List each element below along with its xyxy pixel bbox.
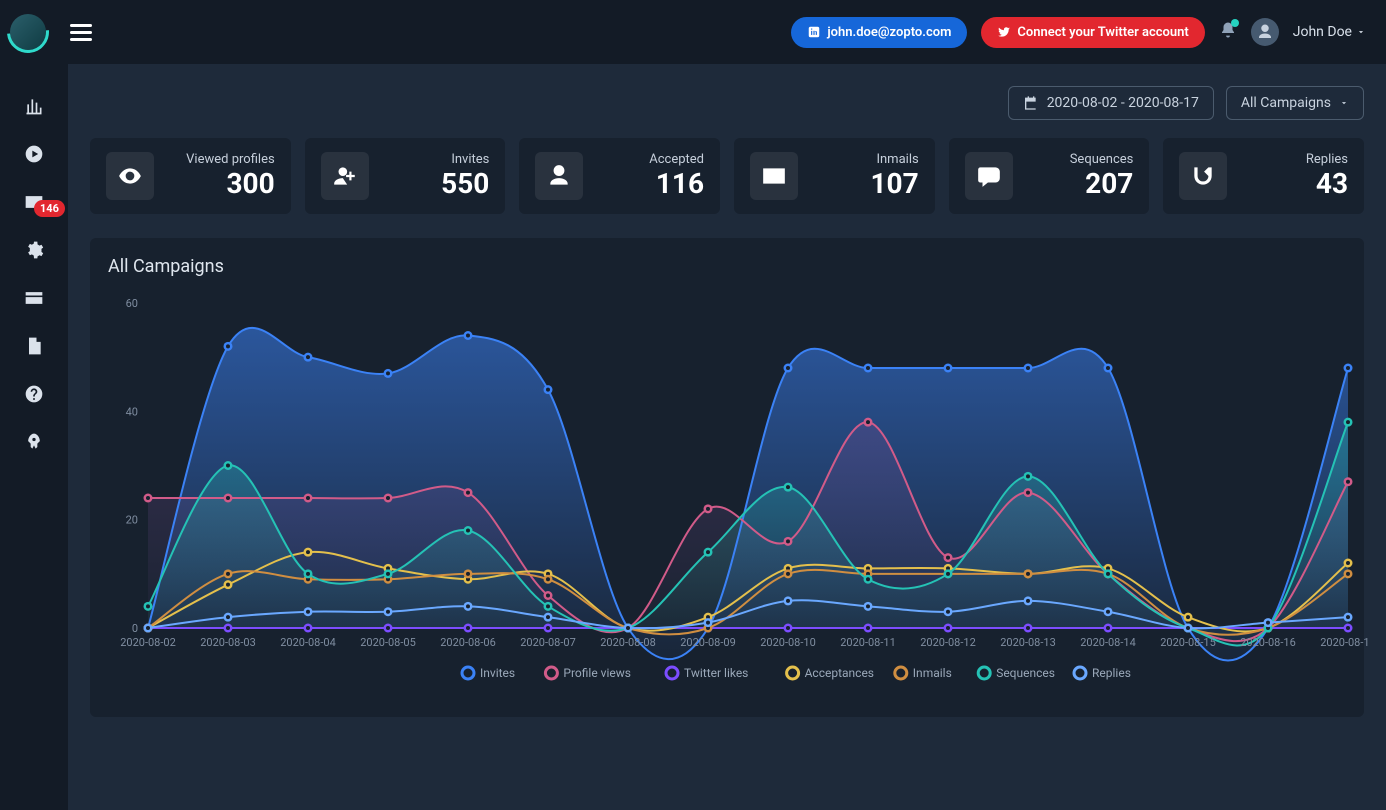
svg-text:Replies: Replies bbox=[1092, 666, 1131, 680]
svg-text:2020-08-12: 2020-08-12 bbox=[920, 636, 976, 649]
envelope-icon bbox=[750, 152, 798, 200]
sidebar-item-mail[interactable]: 146 bbox=[22, 190, 46, 214]
stat-label: Invites bbox=[379, 152, 490, 167]
notifications-button[interactable] bbox=[1219, 21, 1237, 43]
user-icon bbox=[535, 152, 583, 200]
svg-text:Profile views: Profile views bbox=[563, 666, 631, 680]
stat-card[interactable]: Invites 550 bbox=[305, 138, 506, 214]
linkedin-account-label: john.doe@zopto.com bbox=[827, 25, 951, 40]
connect-twitter-label: Connect your Twitter account bbox=[1017, 25, 1188, 40]
notification-dot bbox=[1231, 19, 1239, 27]
svg-text:Sequences: Sequences bbox=[996, 666, 1055, 680]
stat-card[interactable]: Viewed profiles 300 bbox=[90, 138, 291, 214]
rocket-icon bbox=[24, 432, 44, 452]
stat-value: 300 bbox=[226, 167, 274, 200]
help-icon bbox=[24, 384, 44, 404]
stat-card[interactable]: Accepted 116 bbox=[519, 138, 720, 214]
svg-text:Invites: Invites bbox=[480, 666, 515, 680]
campaign-filter-label: All Campaigns bbox=[1241, 95, 1331, 111]
menu-toggle-icon[interactable] bbox=[70, 20, 92, 45]
app-logo bbox=[10, 14, 46, 50]
sidebar-item-help[interactable] bbox=[22, 382, 46, 406]
svg-text:2020-08-17: 2020-08-17 bbox=[1320, 636, 1368, 649]
svg-text:40: 40 bbox=[126, 405, 138, 418]
linkedin-icon bbox=[807, 25, 821, 39]
mail-badge: 146 bbox=[34, 200, 65, 217]
svg-text:Twitter likes: Twitter likes bbox=[684, 666, 748, 680]
play-circle-icon bbox=[24, 144, 44, 164]
user-menu[interactable]: John Doe bbox=[1293, 24, 1366, 40]
svg-text:2020-08-14: 2020-08-14 bbox=[1080, 636, 1136, 649]
eye-icon bbox=[106, 152, 154, 200]
chevron-down-icon bbox=[1339, 98, 1349, 108]
user-plus-icon bbox=[321, 152, 369, 200]
svg-text:20: 20 bbox=[126, 514, 138, 527]
connect-twitter-button[interactable]: Connect your Twitter account bbox=[981, 17, 1204, 48]
sidebar-item-rocket[interactable] bbox=[22, 430, 46, 454]
sidebar-item-play[interactable] bbox=[22, 142, 46, 166]
svg-text:2020-08-11: 2020-08-11 bbox=[840, 636, 896, 649]
user-name-label: John Doe bbox=[1293, 24, 1352, 40]
stat-label: Replies bbox=[1237, 152, 1348, 167]
date-range-button[interactable]: 2020-08-02 - 2020-08-17 bbox=[1008, 86, 1214, 120]
stat-value: 116 bbox=[656, 167, 704, 200]
svg-text:Acceptances: Acceptances bbox=[805, 666, 874, 680]
svg-text:2020-08-09: 2020-08-09 bbox=[680, 636, 736, 649]
svg-text:2020-08-03: 2020-08-03 bbox=[200, 636, 256, 649]
file-icon bbox=[24, 336, 44, 356]
stat-value: 43 bbox=[1316, 167, 1348, 200]
stat-card[interactable]: Sequences 207 bbox=[949, 138, 1150, 214]
chart-bar-icon bbox=[24, 96, 44, 116]
stat-label: Accepted bbox=[593, 152, 704, 167]
svg-text:2020-08-05: 2020-08-05 bbox=[360, 636, 416, 649]
stat-label: Sequences bbox=[1023, 152, 1134, 167]
avatar bbox=[1251, 18, 1279, 46]
chart-title: All Campaigns bbox=[108, 256, 1354, 277]
svg-text:2020-08-02: 2020-08-02 bbox=[120, 636, 176, 649]
svg-text:0: 0 bbox=[132, 622, 138, 635]
svg-text:2020-08-06: 2020-08-06 bbox=[440, 636, 496, 649]
credit-card-icon bbox=[24, 288, 44, 308]
sidebar-item-file[interactable] bbox=[22, 334, 46, 358]
date-range-label: 2020-08-02 - 2020-08-17 bbox=[1047, 95, 1199, 111]
svg-text:2020-08-10: 2020-08-10 bbox=[760, 636, 816, 649]
campaigns-chart: 0 20 40 60 2020-08-02 2020-08-03 2020-08-04 20… bbox=[108, 283, 1368, 703]
svg-text:2020-08-16: 2020-08-16 bbox=[1240, 636, 1296, 649]
svg-text:2020-08-08: 2020-08-08 bbox=[600, 636, 656, 649]
svg-text:2020-08-15: 2020-08-15 bbox=[1160, 636, 1216, 649]
stat-value: 107 bbox=[870, 167, 918, 200]
svg-text:2020-08-04: 2020-08-04 bbox=[280, 636, 336, 649]
sidebar-item-dashboard[interactable] bbox=[22, 94, 46, 118]
chevron-down-icon bbox=[1356, 27, 1366, 37]
calendar-icon bbox=[1023, 95, 1039, 111]
stat-card[interactable]: Replies 43 bbox=[1163, 138, 1364, 214]
sidebar-item-settings[interactable] bbox=[22, 238, 46, 262]
gear-icon bbox=[24, 240, 44, 260]
stat-label: Viewed profiles bbox=[164, 152, 275, 167]
stat-value: 207 bbox=[1085, 167, 1133, 200]
chat-icon bbox=[965, 152, 1013, 200]
svg-text:2020-08-13: 2020-08-13 bbox=[1000, 636, 1056, 649]
svg-text:60: 60 bbox=[126, 297, 138, 310]
stat-card[interactable]: Inmails 107 bbox=[734, 138, 935, 214]
stat-value: 550 bbox=[441, 167, 489, 200]
sidebar-item-billing[interactable] bbox=[22, 286, 46, 310]
reply-icon bbox=[1179, 152, 1227, 200]
stat-label: Inmails bbox=[808, 152, 919, 167]
twitter-icon bbox=[997, 25, 1011, 39]
svg-text:2020-08-07: 2020-08-07 bbox=[520, 636, 576, 649]
campaign-filter-button[interactable]: All Campaigns bbox=[1226, 86, 1364, 120]
svg-text:Inmails: Inmails bbox=[913, 666, 952, 680]
linkedin-account-button[interactable]: john.doe@zopto.com bbox=[791, 17, 967, 48]
